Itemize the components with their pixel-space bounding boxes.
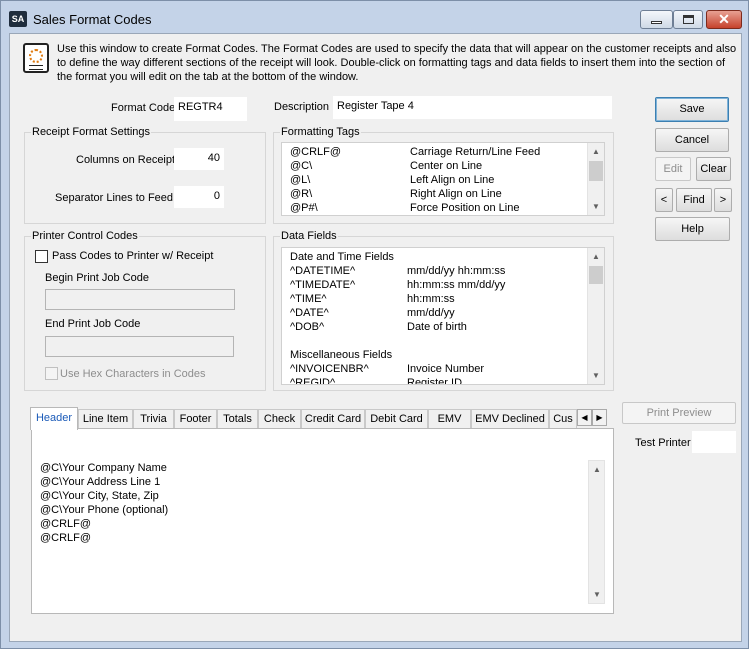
scroll-thumb[interactable] xyxy=(589,266,603,284)
scroll-up-icon[interactable]: ▲ xyxy=(588,248,604,265)
receipt-format-settings-group: Receipt Format Settings Columns on Recei… xyxy=(24,126,266,224)
close-icon: ✕ xyxy=(718,11,730,27)
code-line: @C\Your City, State, Zip xyxy=(40,490,159,502)
edit-button[interactable]: Edit xyxy=(655,157,691,181)
list-item[interactable]: ^INVOICENBR^ Invoice Number xyxy=(290,362,484,376)
format-code-label: Format Code xyxy=(111,102,176,114)
list-item[interactable]: ^TIME^ hh:mm:ss xyxy=(290,292,455,306)
list-item[interactable]: ^DOB^ Date of birth xyxy=(290,320,467,334)
close-button[interactable]: ✕ xyxy=(706,10,742,29)
tab-credit-card[interactable]: Credit Card xyxy=(301,409,365,429)
list-item[interactable]: @C\ Center on Line xyxy=(290,159,482,173)
test-printer-input[interactable] xyxy=(692,431,736,453)
tab-line-item[interactable]: Line Item xyxy=(78,409,133,429)
tab-emv[interactable]: EMV xyxy=(428,409,471,429)
settings-document-icon xyxy=(23,43,49,73)
tab-trivia[interactable]: Trivia xyxy=(133,409,174,429)
list-item[interactable]: Miscellaneous Fields xyxy=(290,348,392,362)
hex-characters-label: Use Hex Characters in Codes xyxy=(60,368,206,380)
code-line: @C\Your Address Line 1 xyxy=(40,476,161,488)
tab-footer[interactable]: Footer xyxy=(174,409,217,429)
begin-print-job-input[interactable] xyxy=(45,289,235,310)
begin-print-job-label: Begin Print Job Code xyxy=(45,272,149,284)
columns-on-receipt-input[interactable]: 40 xyxy=(174,148,224,170)
format-code-input[interactable]: REGTR4 xyxy=(174,97,247,121)
scroll-up-icon[interactable]: ▲ xyxy=(588,143,604,160)
data-fields-list[interactable]: Date and Time Fields ^DATETIME^ mm/dd/yy … xyxy=(281,247,605,385)
header-tab-page: @C\Your Company Name @C\Your Address Lin… xyxy=(31,428,614,614)
app-icon: SA xyxy=(9,11,27,27)
previous-button[interactable]: < xyxy=(655,188,673,212)
app-window: SA Sales Format Codes ✕ Use this window … xyxy=(0,0,749,649)
printer-control-codes-title: Printer Control Codes xyxy=(31,230,139,242)
tab-check[interactable]: Check xyxy=(258,409,301,429)
tab-totals[interactable]: Totals xyxy=(217,409,258,429)
list-item[interactable]: @R\ Right Align on Line xyxy=(290,187,502,201)
title-bar[interactable]: SA Sales Format Codes ✕ xyxy=(1,1,748,33)
intro-text: Use this window to create Format Codes. … xyxy=(57,43,737,83)
window-title: Sales Format Codes xyxy=(33,12,152,27)
maximize-button[interactable] xyxy=(673,10,703,29)
client-area: Use this window to create Format Codes. … xyxy=(9,33,742,642)
scroll-up-icon[interactable]: ▲ xyxy=(589,461,605,478)
code-line: @CRLF@ xyxy=(40,532,92,544)
end-print-job-label: End Print Job Code xyxy=(45,318,141,330)
pass-codes-label: Pass Codes to Printer w/ Receipt xyxy=(52,250,214,262)
list-item[interactable]: @L\ Left Align on Line xyxy=(290,173,494,187)
scroll-down-icon[interactable]: ▼ xyxy=(589,586,605,603)
tab-custom[interactable]: Cus xyxy=(549,409,577,429)
formatting-tags-scrollbar[interactable]: ▲ ▼ xyxy=(587,143,604,215)
code-line: @C\Your Phone (optional) xyxy=(40,504,169,516)
end-print-job-input[interactable] xyxy=(45,336,234,357)
formatting-tags-group: Formatting Tags @CRLF@ Carriage Return/Li… xyxy=(273,126,614,224)
code-line: @CRLF@ xyxy=(40,518,92,530)
header-editor-scrollbar[interactable]: ▲ ▼ xyxy=(588,460,605,604)
tab-debit-card[interactable]: Debit Card xyxy=(365,409,428,429)
clear-button[interactable]: Clear xyxy=(696,157,731,181)
tab-header[interactable]: Header xyxy=(30,407,78,430)
tab-scroll-right-icon[interactable]: ▶ xyxy=(592,409,607,426)
formatting-tags-title: Formatting Tags xyxy=(280,126,361,138)
print-preview-button[interactable]: Print Preview xyxy=(622,402,736,424)
list-item[interactable]: @CRLF@ Carriage Return/Line Feed xyxy=(290,145,540,159)
hex-characters-checkbox[interactable] xyxy=(45,367,58,380)
printer-control-codes-group: Printer Control Codes Pass Codes to Prin… xyxy=(24,230,266,391)
tab-scroll-left-icon[interactable]: ◀ xyxy=(577,409,592,426)
maximize-icon xyxy=(683,15,694,24)
cancel-button[interactable]: Cancel xyxy=(655,128,729,152)
code-line: @C\Your Company Name xyxy=(40,462,167,474)
list-item[interactable]: ^REGID^ Register ID xyxy=(290,376,462,384)
formatting-tags-list[interactable]: @CRLF@ Carriage Return/Line Feed @C\ Cente… xyxy=(281,142,605,216)
description-input[interactable]: Register Tape 4 xyxy=(333,96,612,119)
section-tabs: Header Line Item Trivia Footer Totals Ch… xyxy=(30,407,614,430)
data-fields-title: Data Fields xyxy=(280,230,338,242)
next-button[interactable]: > xyxy=(714,188,732,212)
scroll-down-icon[interactable]: ▼ xyxy=(588,367,604,384)
test-printer-label: Test Printer xyxy=(635,437,691,449)
separator-lines-input[interactable]: 0 xyxy=(174,186,224,208)
tab-emv-declined[interactable]: EMV Declined xyxy=(471,409,549,429)
columns-on-receipt-label: Columns on Receipt xyxy=(76,154,176,166)
data-fields-scrollbar[interactable]: ▲ ▼ xyxy=(587,248,604,384)
header-code-editor[interactable]: @C\Your Company Name @C\Your Address Lin… xyxy=(40,461,168,545)
minimize-button[interactable] xyxy=(640,10,673,29)
save-button[interactable]: Save xyxy=(655,97,729,122)
scroll-down-icon[interactable]: ▼ xyxy=(588,198,604,215)
find-button[interactable]: Find xyxy=(676,188,712,212)
list-item[interactable]: @P#\ Force Position on Line xyxy=(290,201,519,215)
receipt-format-settings-title: Receipt Format Settings xyxy=(31,126,151,138)
list-item[interactable]: Date and Time Fields xyxy=(290,250,394,264)
list-item[interactable]: ^DATE^ mm/dd/yy xyxy=(290,306,455,320)
help-button[interactable]: Help xyxy=(655,217,730,241)
list-item[interactable]: ^TIMEDATE^ hh:mm:ss mm/dd/yy xyxy=(290,278,505,292)
pass-codes-checkbox[interactable] xyxy=(35,250,48,263)
separator-lines-label: Separator Lines to Feed xyxy=(55,192,174,204)
list-item[interactable]: ^DATETIME^ mm/dd/yy hh:mm:ss xyxy=(290,264,505,278)
minimize-icon xyxy=(651,21,662,24)
data-fields-group: Data Fields Date and Time Fields ^DATETI… xyxy=(273,230,614,391)
description-label: Description xyxy=(274,101,330,113)
scroll-thumb[interactable] xyxy=(589,161,603,181)
